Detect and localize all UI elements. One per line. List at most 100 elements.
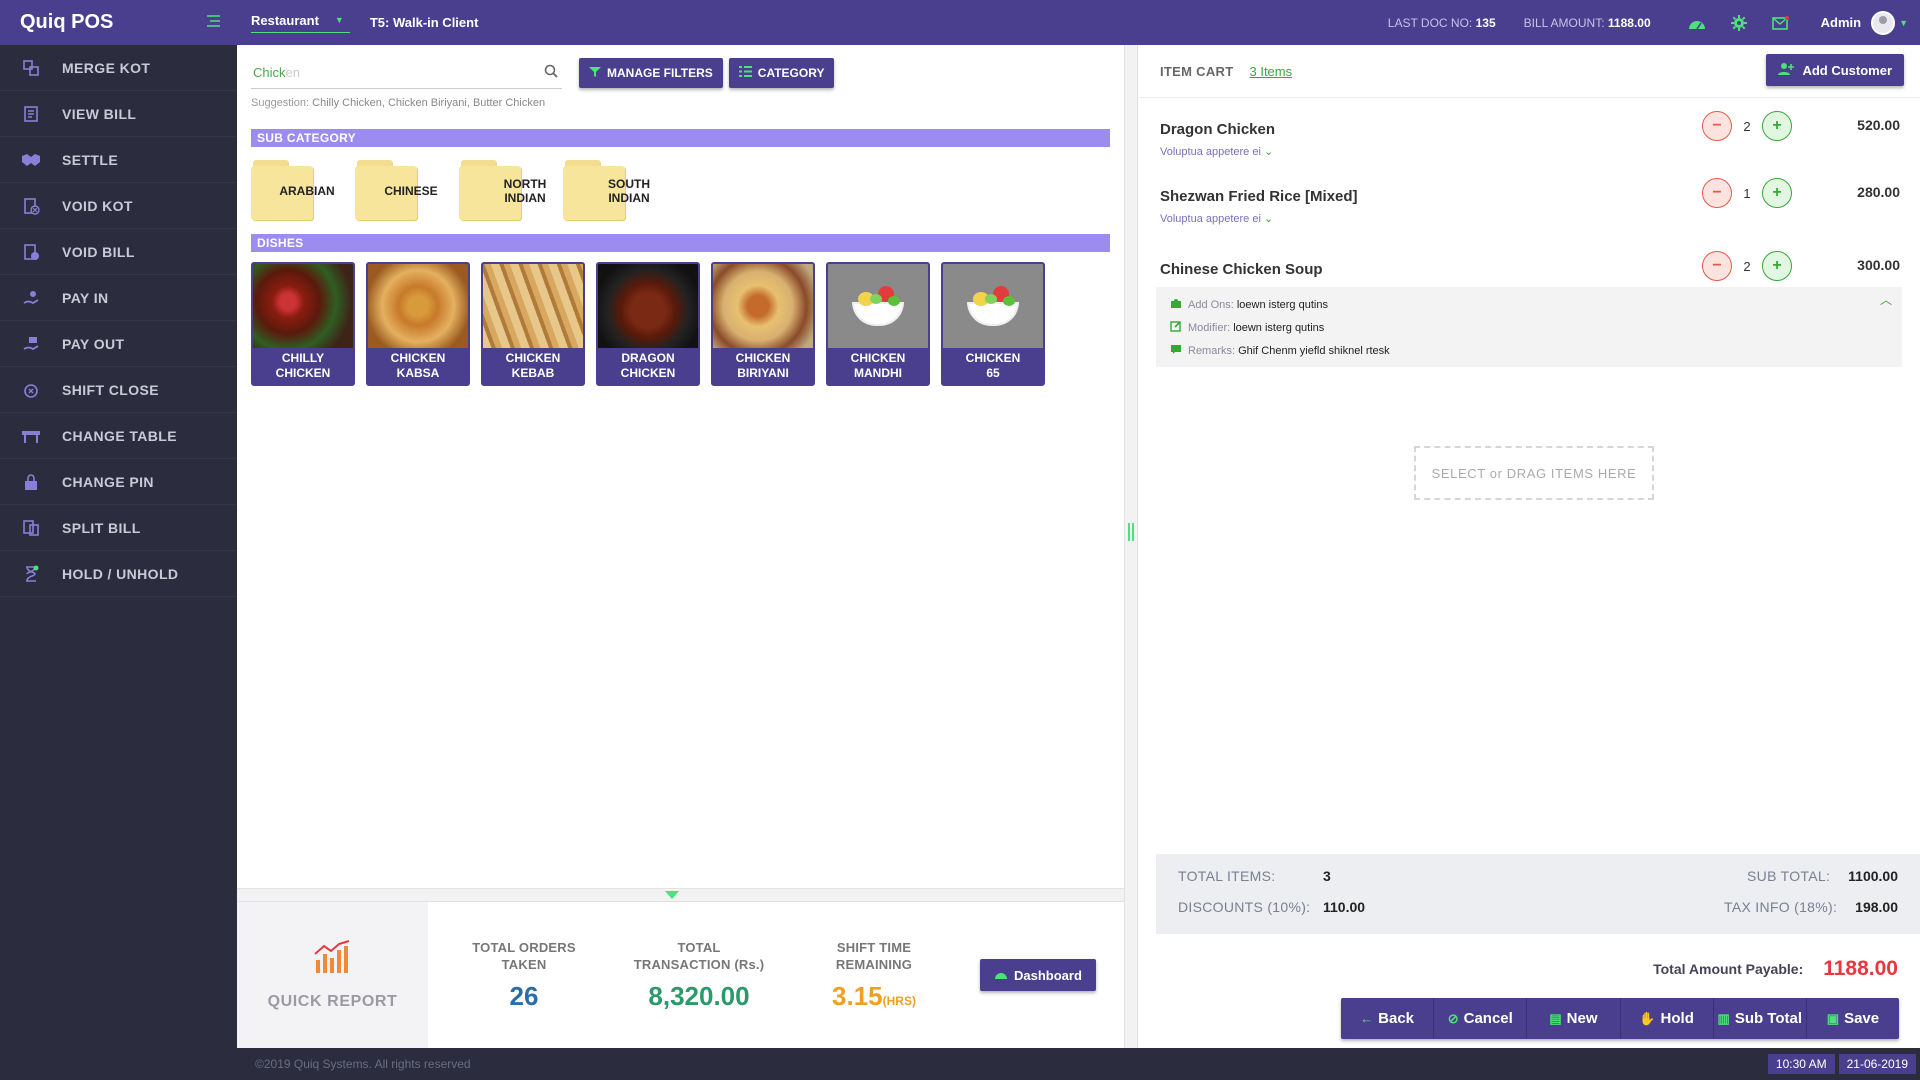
dish-name: CHILLY CHICKEN <box>275 351 331 380</box>
cart-item-variant[interactable]: Voluptua appetere ei ⌄ <box>1160 145 1900 158</box>
sidebar-item-void-kot[interactable]: VOID KOT <box>0 183 237 229</box>
filter-icon <box>589 66 601 81</box>
catalog-panel: Chicken MANAGE FILTERS CATEGORY Suggesti… <box>237 45 1124 890</box>
decrease-button[interactable]: − <box>1702 251 1732 281</box>
decrease-button[interactable]: − <box>1702 111 1732 141</box>
transaction-stat: TOTAL TRANSACTION (Rs.) 8,320.00 <box>614 902 784 1048</box>
hamburger-menu-icon[interactable] <box>205 12 221 33</box>
mail-icon[interactable] <box>1771 13 1791 33</box>
dish-card[interactable]: CHILLY CHICKEN <box>251 262 355 386</box>
dish-name: CHICKEN 65 <box>965 351 1021 380</box>
quick-report-heading: QUICK REPORT <box>237 902 428 1048</box>
user-name[interactable]: Admin <box>1821 15 1861 30</box>
new-button[interactable]: ▤ New <box>1527 998 1621 1039</box>
add-customer-button[interactable]: Add Customer <box>1766 54 1904 86</box>
search-value: Chick <box>253 65 286 80</box>
clock-date: 21-06-2019 <box>1838 1054 1916 1074</box>
manage-filters-button[interactable]: MANAGE FILTERS <box>579 58 723 88</box>
increase-button[interactable]: + <box>1762 178 1792 208</box>
discounts-label: DISCOUNTS (10%): <box>1178 899 1311 915</box>
add-customer-label: Add Customer <box>1802 62 1892 78</box>
copyright: ©2019 Quiq Systems. All rights reserved <box>255 1057 471 1071</box>
suggestion-text[interactable]: Chilly Chicken, Chicken Biriyani, Butter… <box>312 97 545 109</box>
sidebar-item-change-table[interactable]: CHANGE TABLE <box>0 413 237 459</box>
cart-item: Dragon Chicken Voluptua appetere ei ⌄ − … <box>1160 111 1900 158</box>
drag-handle-icon[interactable] <box>1128 523 1134 541</box>
folder-arabian[interactable]: ARABIAN <box>251 160 341 222</box>
sidebar-item-hold-unhold[interactable]: HOLD / UNHOLD <box>0 551 237 597</box>
folder-label: NORTH INDIAN <box>503 177 547 205</box>
search-input[interactable]: Chicken <box>251 57 562 89</box>
cart-item-variant[interactable]: Voluptua appetere ei ⌄ <box>1160 212 1900 225</box>
vertical-splitter[interactable] <box>1124 45 1138 1048</box>
dish-card[interactable]: CHICKEN KEBAB <box>481 262 585 386</box>
receipt-icon: ▥ <box>1717 1010 1730 1026</box>
drop-zone[interactable]: SELECT or DRAG ITEMS HERE <box>1414 446 1654 500</box>
search-icon[interactable] <box>544 64 558 81</box>
sidebar-item-label: SHIFT CLOSE <box>62 381 159 398</box>
transaction-value: 8,320.00 <box>648 980 750 1011</box>
sidebar-item-shift-close[interactable]: SHIFT CLOSE <box>0 367 237 413</box>
hold-button[interactable]: ✋ Hold <box>1621 998 1714 1039</box>
folder-label: SOUTH INDIAN <box>608 177 650 205</box>
increase-button[interactable]: + <box>1762 251 1792 281</box>
increase-button[interactable]: + <box>1762 111 1792 141</box>
user-menu-chevron-icon[interactable]: ▼ <box>1899 18 1908 28</box>
sidebar-item-view-bill[interactable]: VIEW BILL <box>0 91 237 137</box>
shift-unit: (HRS) <box>882 993 916 1008</box>
avatar[interactable] <box>1871 10 1896 35</box>
suggestion-label: Suggestion: <box>251 97 310 109</box>
quantity-stepper: − 2 + <box>1702 251 1792 281</box>
dish-card[interactable]: CHICKEN BIRIYANI <box>711 262 815 386</box>
quick-report-title: QUICK REPORT <box>267 992 398 1010</box>
folder-south-indian[interactable]: SOUTH INDIAN <box>563 160 653 222</box>
cart-item-price: 280.00 <box>1857 184 1900 200</box>
quick-report: QUICK REPORT TOTAL ORDERS TAKEN 26 TOTAL… <box>237 902 1124 1048</box>
datetime: 10:30 AM 21-06-2019 <box>1767 1054 1916 1074</box>
quantity-stepper: − 1 + <box>1702 178 1792 208</box>
dish-image <box>713 264 813 348</box>
dish-card[interactable]: CHICKEN KABSA <box>366 262 470 386</box>
sub-total-value: 1100.00 <box>1848 868 1898 884</box>
mode-select[interactable]: Restaurant ▼ <box>251 13 350 33</box>
sidebar-item-settle[interactable]: SETTLE <box>0 137 237 183</box>
dashboard-icon[interactable] <box>1687 13 1707 33</box>
report-chart-icon <box>313 939 353 979</box>
sub-category-header: SUB CATEGORY <box>251 129 1110 147</box>
horizontal-splitter[interactable] <box>237 888 1124 902</box>
dashboard-button[interactable]: Dashboard <box>980 959 1096 991</box>
sidebar-item-pay-out[interactable]: PAY OUT <box>0 321 237 367</box>
cart-summary: TOTAL ITEMS: 3 SUB TOTAL: 1100.00 DISCOUNT… <box>1156 854 1920 934</box>
sidebar-item-label: CHANGE TABLE <box>62 427 177 444</box>
cancel-button[interactable]: ⊘ Cancel <box>1434 998 1528 1039</box>
dish-name: CHICKEN BIRIYANI <box>735 351 791 380</box>
sidebar-item-split-bill[interactable]: SPLIT BILL <box>0 505 237 551</box>
folder-north-indian[interactable]: NORTH INDIAN <box>459 160 549 222</box>
dish-name: DRAGON CHICKEN <box>620 351 676 380</box>
category-button[interactable]: CATEGORY <box>728 58 835 88</box>
sidebar-item-merge-kot[interactable]: MERGE KOT <box>0 45 237 91</box>
gear-icon[interactable] <box>1729 13 1749 33</box>
cart-item-price: 520.00 <box>1857 117 1900 133</box>
collapse-arrow-icon[interactable] <box>665 891 679 899</box>
collapse-icon[interactable]: ︿ <box>1880 291 1892 308</box>
dish-card[interactable]: CHICKEN 65 <box>941 262 1045 386</box>
cart-count[interactable]: 3 Items <box>1249 64 1292 79</box>
remarks-label: Remarks: <box>1188 344 1236 357</box>
addons-value: loewn isterg qutins <box>1236 298 1328 311</box>
decrease-button[interactable]: − <box>1702 178 1732 208</box>
dish-card[interactable]: DRAGON CHICKEN <box>596 262 700 386</box>
sub-total-button[interactable]: ▥ Sub Total <box>1714 998 1807 1039</box>
cancel-label: Cancel <box>1463 1010 1513 1027</box>
save-button[interactable]: ▣ Save <box>1807 998 1899 1039</box>
hold-label: Hold <box>1660 1010 1694 1027</box>
merge-icon <box>20 57 42 79</box>
sidebar-item-pay-in[interactable]: PAY IN <box>0 275 237 321</box>
sidebar-item-void-bill[interactable]: VOID BILL <box>0 229 237 275</box>
sidebar-item-label: MERGE KOT <box>62 59 151 76</box>
dish-card[interactable]: CHICKEN MANDHI <box>826 262 930 386</box>
folder-chinese[interactable]: CHINESE <box>355 160 445 222</box>
sidebar-item-change-pin[interactable]: CHANGE PIN <box>0 459 237 505</box>
back-button[interactable]: ← Back <box>1341 998 1435 1039</box>
split-icon <box>20 517 42 539</box>
